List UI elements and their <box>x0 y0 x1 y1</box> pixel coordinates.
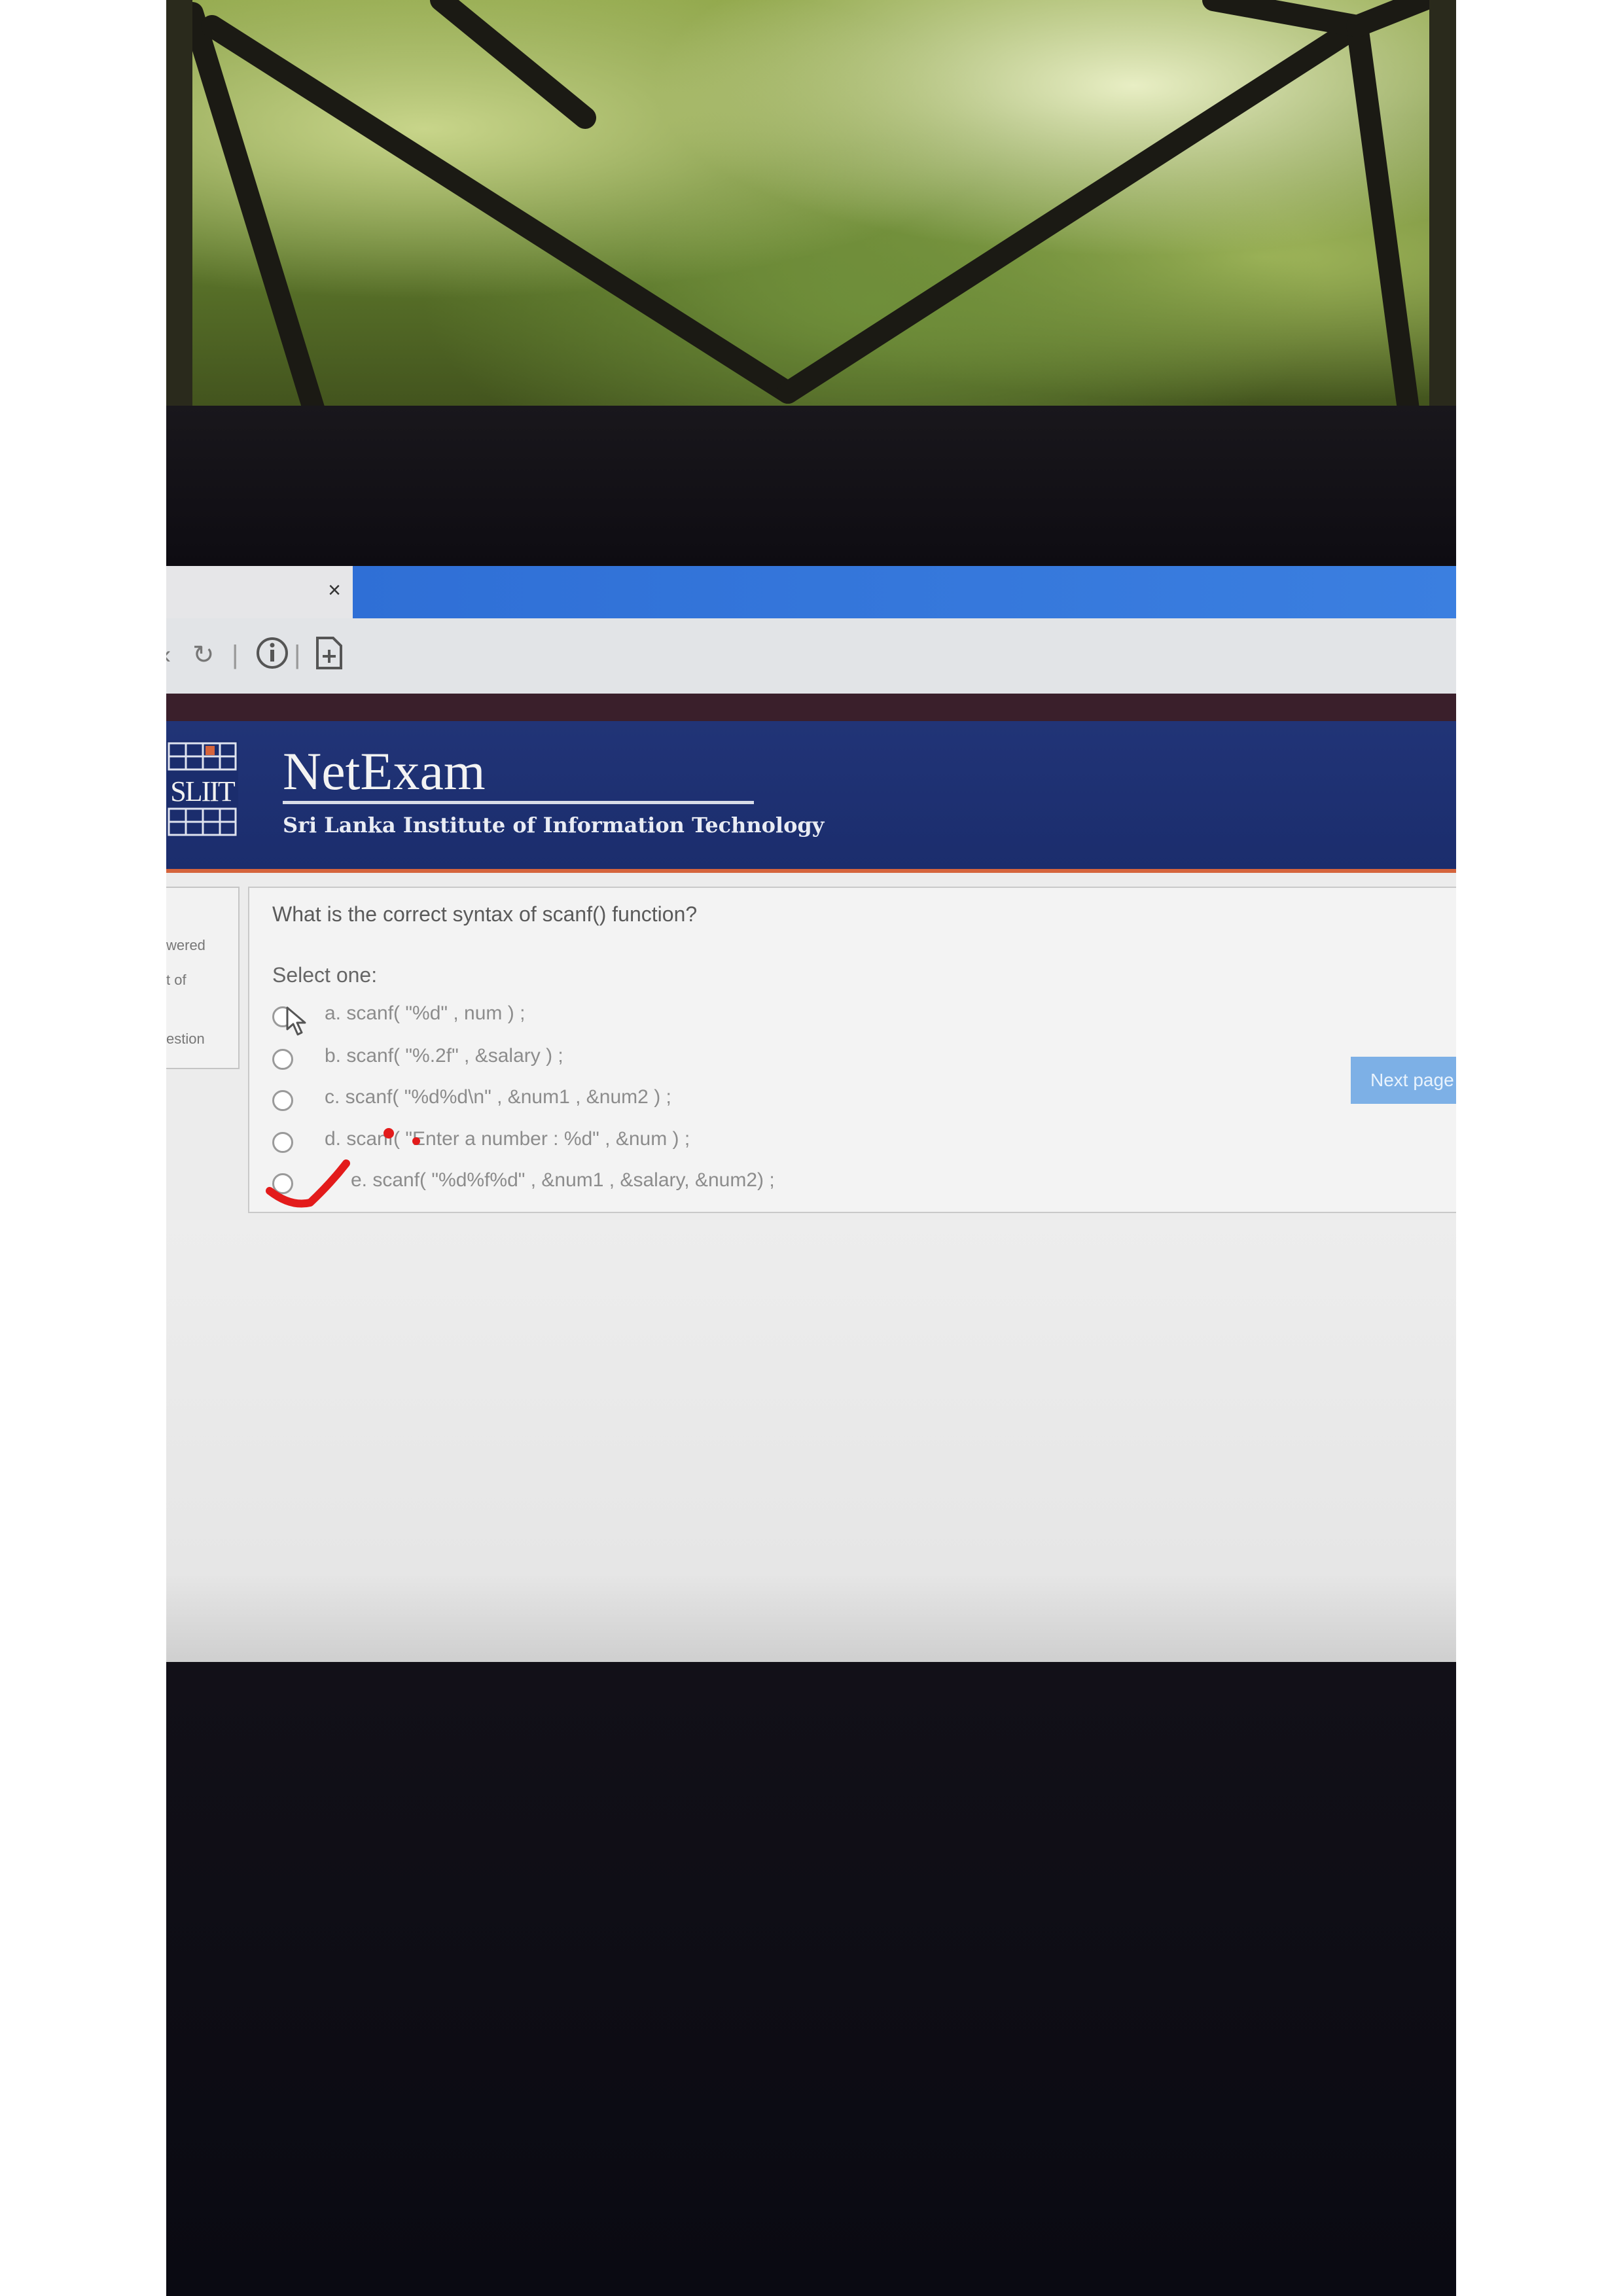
site-subtitle: Sri Lanka Institute of Information Techn… <box>283 813 825 838</box>
screen-glare <box>166 1220 1456 1662</box>
site-header: SLIIT NetExam Sri Lanka Institute of Inf… <box>166 721 1456 873</box>
reload-icon[interactable]: ↻ <box>192 637 215 673</box>
chevron-left-icon[interactable]: ‹ <box>166 637 171 673</box>
quiz-navigation-panel: wered t of estion <box>166 887 240 1069</box>
logo-text: SLIIT <box>170 775 236 807</box>
select-one-label: Select one: <box>272 963 378 987</box>
next-page-button[interactable]: Next page <box>1351 1057 1456 1104</box>
new-page-icon[interactable] <box>313 635 345 672</box>
toolbar-divider: | <box>294 641 301 669</box>
answer-label[interactable]: b. scanf( "%.2f" , &salary ) ; <box>325 1045 563 1067</box>
site-title: NetExam <box>283 741 486 801</box>
answer-label[interactable]: c. scanf( "%d%d\n" , &num1 , &num2 ) ; <box>325 1086 671 1108</box>
radio-button[interactable] <box>272 1090 293 1111</box>
sidebar-status-text: wered <box>166 937 205 953</box>
browser-toolbar: ‹ ↻ | | <box>166 618 1456 695</box>
sidebar-flag-text[interactable]: estion <box>166 1031 205 1048</box>
radio-button[interactable] <box>272 1049 293 1070</box>
window-grille <box>166 0 1456 429</box>
mouse-cursor-icon <box>286 1006 306 1036</box>
title-underline <box>283 801 754 804</box>
toolbar-divider: | <box>232 641 239 669</box>
monitor-bezel-bottom <box>166 1662 1456 2296</box>
question-text: What is the correct syntax of scanf() fu… <box>272 902 698 926</box>
monitor-bezel-top <box>166 406 1456 566</box>
sidebar-status-text: t of <box>166 972 187 988</box>
window-foliage-view <box>166 0 1456 429</box>
red-dot-annotations <box>383 1128 420 1145</box>
photo-frame: × ‹ ↻ | | <box>166 0 1456 2296</box>
monitor-screen: × ‹ ↻ | | <box>166 566 1456 1662</box>
sliit-logo: SLIIT <box>166 741 238 838</box>
info-icon[interactable] <box>255 635 290 672</box>
tab-close-icon[interactable]: × <box>328 578 341 603</box>
answer-label[interactable]: a. scanf( "%d" , num ) ; <box>325 1002 525 1025</box>
